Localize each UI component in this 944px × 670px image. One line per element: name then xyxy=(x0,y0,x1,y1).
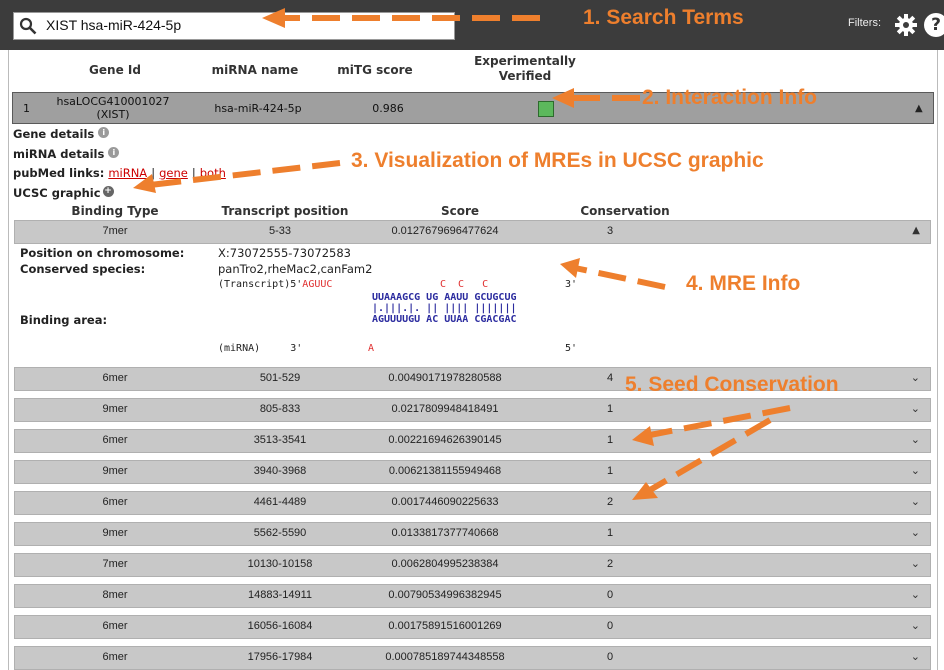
annotation-mre-info: 4. MRE Info xyxy=(686,272,801,295)
annotation-seed-conservation: 5. Seed Conservation xyxy=(625,373,839,396)
annotation-search-terms: 1. Search Terms xyxy=(583,6,744,29)
annotation-visualization: 3. Visualization of MREs in UCSC graphic xyxy=(351,149,764,172)
annotation-interaction-info: 2. Interaction Info xyxy=(642,86,818,109)
